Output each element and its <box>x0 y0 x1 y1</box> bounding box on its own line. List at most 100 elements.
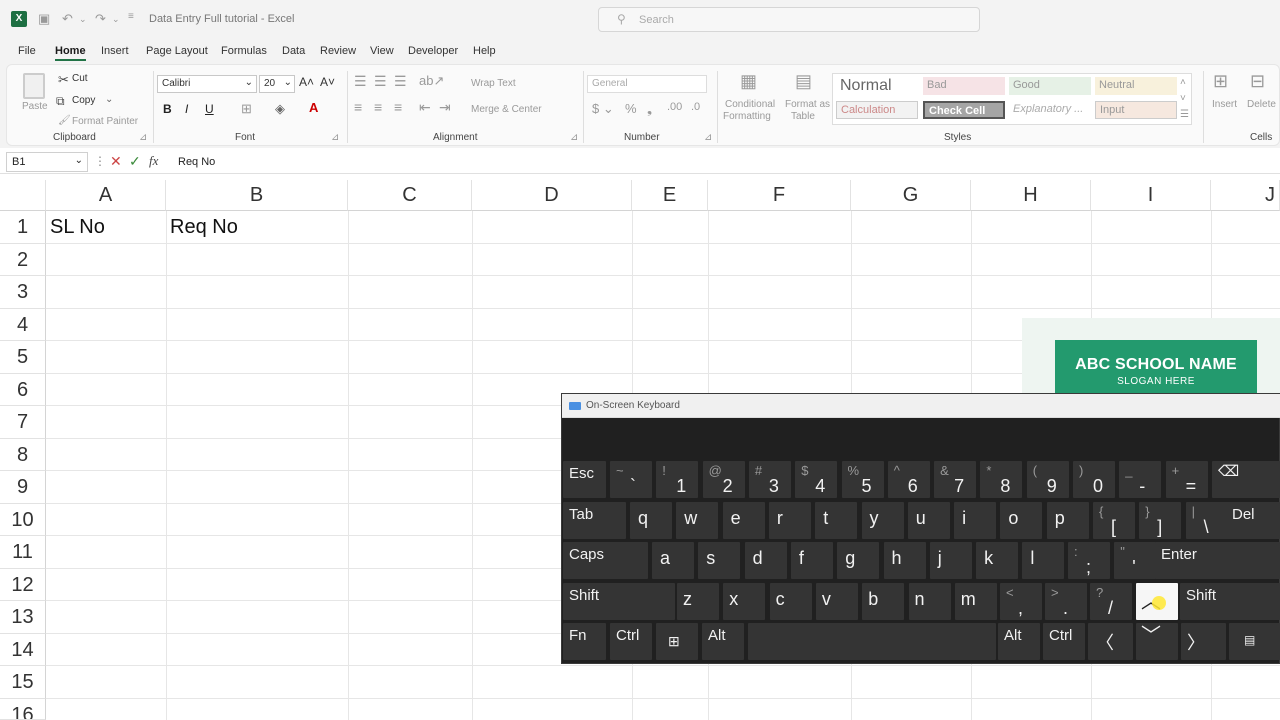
search-box[interactable]: ⚲ Search <box>598 7 980 32</box>
row-header-11[interactable]: 11 <box>0 536 46 569</box>
key-j[interactable]: j <box>929 542 972 579</box>
redo-dropdown-icon[interactable]: ⌄ <box>112 14 120 25</box>
row-header-16[interactable]: 16 <box>0 699 46 720</box>
row-header-2[interactable]: 2 <box>0 244 46 276</box>
style-bad[interactable]: Bad <box>923 77 1005 95</box>
copy-button[interactable]: Copy <box>72 95 95 106</box>
font-name-select[interactable]: Calibri ⌄ <box>157 75 257 93</box>
underline-button[interactable]: U <box>205 102 214 116</box>
name-box[interactable]: B1 ⌄ <box>6 152 88 172</box>
cut-button[interactable]: Cut <box>72 73 88 84</box>
cancel-icon[interactable]: ✕ <box>110 153 122 170</box>
key-k[interactable]: k <box>976 542 1019 579</box>
style-calculation[interactable]: Calculation <box>836 101 918 119</box>
gallery-more-icon[interactable]: ☰ <box>1180 109 1189 120</box>
merge-center-button[interactable]: Merge & Center <box>471 104 542 115</box>
key-row1-4[interactable]: $4 <box>795 461 838 498</box>
key-enter[interactable]: Enter <box>1155 542 1280 579</box>
tab-view[interactable]: View <box>370 45 394 57</box>
row-header-10[interactable]: 10 <box>0 504 46 536</box>
key-row2-extra-0[interactable]: {[ <box>1093 502 1135 539</box>
comma-icon[interactable]: ❟ <box>647 101 652 117</box>
key-e[interactable]: e <box>722 502 765 539</box>
tab-formulas[interactable]: Formulas <box>221 45 267 57</box>
key-windows[interactable]: ⊞ <box>656 623 698 660</box>
key-q[interactable]: q <box>630 502 672 539</box>
decrease-font-icon[interactable]: A˅ <box>320 75 335 89</box>
key-row2-extra-1[interactable]: }] <box>1139 502 1182 539</box>
tab-insert[interactable]: Insert <box>101 45 129 57</box>
key-row1-5[interactable]: % 5 <box>841 461 884 498</box>
row-header-14[interactable]: 14 <box>0 634 46 666</box>
key-row1-11[interactable]: _ - <box>1119 461 1162 498</box>
conditional-formatting-label-2[interactable]: Formatting <box>723 111 771 122</box>
redo-icon[interactable]: ↷ <box>95 11 106 27</box>
key-alt-right[interactable]: Alt <box>998 623 1040 660</box>
tab-review[interactable]: Review <box>320 45 356 57</box>
key-n[interactable]: n <box>908 583 951 620</box>
key-t[interactable]: t <box>815 502 858 539</box>
style-input[interactable]: Input <box>1095 101 1177 119</box>
key-arrow-left[interactable]: 〈 <box>1088 623 1133 660</box>
decrease-decimal-icon[interactable]: .0 <box>691 101 700 113</box>
orientation-icon[interactable]: ab↗ <box>419 73 444 89</box>
key-row1-8[interactable]: * 8 <box>980 461 1023 498</box>
cell-a1[interactable]: SL No <box>46 216 166 239</box>
align-center-icon[interactable]: ≡ <box>374 99 382 115</box>
row-header-3[interactable]: 3 <box>0 276 46 309</box>
key-u[interactable]: u <box>907 502 950 539</box>
key-row2-extra-2[interactable]: | \ <box>1185 502 1228 539</box>
insert-function-icon[interactable]: fx <box>149 153 158 169</box>
key-a[interactable]: a <box>652 542 694 579</box>
insert-button[interactable]: Insert <box>1212 99 1237 110</box>
row-header-6[interactable]: 6 <box>0 374 46 406</box>
key-v[interactable]: v <box>815 583 858 620</box>
key-row1-9[interactable]: (9 <box>1026 461 1069 498</box>
column-header-f[interactable]: F <box>708 180 851 211</box>
style-good[interactable]: Good <box>1009 77 1091 95</box>
increase-decimal-icon[interactable]: .00 <box>667 101 682 113</box>
key-r[interactable]: r <box>768 502 811 539</box>
key-space[interactable] <box>748 623 996 660</box>
key-h[interactable]: h <box>883 542 926 579</box>
row-header-7[interactable]: 7 <box>0 406 46 439</box>
align-top-icon[interactable]: ☰ <box>354 73 367 90</box>
school-name-shape[interactable]: ABC SCHOOL NAME SLOGAN HERE <box>1055 340 1257 400</box>
key-w[interactable]: w <box>676 502 719 539</box>
key-row1-7[interactable]: & 7 <box>934 461 977 498</box>
key-shift-left[interactable]: Shift <box>563 583 675 620</box>
row-header-4[interactable]: 4 <box>0 309 46 341</box>
key-s[interactable]: s <box>698 542 741 579</box>
key-o[interactable]: o <box>1000 502 1043 539</box>
format-as-table-label-2[interactable]: Table <box>791 111 815 122</box>
key-ctrl-left[interactable]: Ctrl <box>610 623 652 660</box>
decrease-indent-icon[interactable]: ⇤ <box>419 99 431 116</box>
key-row4-extra-2[interactable]: ? / <box>1090 583 1132 620</box>
key-p[interactable]: p <box>1046 502 1089 539</box>
osk-title-bar[interactable]: On-Screen Keyboard <box>562 394 1280 418</box>
row-header-8[interactable]: 8 <box>0 439 46 471</box>
align-bottom-icon[interactable]: ☰ <box>394 73 407 90</box>
key-i[interactable]: i <box>954 502 997 539</box>
key-row4-extra-0[interactable]: <, <box>1000 583 1042 620</box>
fill-color-icon[interactable]: ◈ <box>275 101 285 117</box>
formula-input[interactable]: Req No <box>178 156 215 168</box>
key-esc[interactable]: Esc <box>563 461 606 498</box>
delete-button[interactable]: Delete <box>1247 99 1276 110</box>
tab-help[interactable]: Help <box>473 45 496 57</box>
key-c[interactable]: c <box>769 583 812 620</box>
undo-icon[interactable]: ↶ <box>62 11 73 27</box>
save-icon[interactable]: ▣ <box>38 11 50 27</box>
undo-dropdown-icon[interactable]: ⌄ <box>79 14 87 25</box>
key-y[interactable]: y <box>861 502 904 539</box>
key-row1-10[interactable]: ) 0 <box>1073 461 1115 498</box>
key-l[interactable]: l <box>1022 542 1065 579</box>
key-d[interactable]: d <box>744 542 787 579</box>
key-f[interactable]: f <box>790 542 833 579</box>
select-all-corner[interactable] <box>0 180 46 211</box>
key-b[interactable]: b <box>862 583 905 620</box>
row-header-12[interactable]: 12 <box>0 569 46 601</box>
key-row1-2[interactable]: @2 <box>702 461 745 498</box>
style-neutral[interactable]: Neutral <box>1095 77 1177 95</box>
customize-toolbar-icon[interactable]: ≡ <box>128 11 134 22</box>
